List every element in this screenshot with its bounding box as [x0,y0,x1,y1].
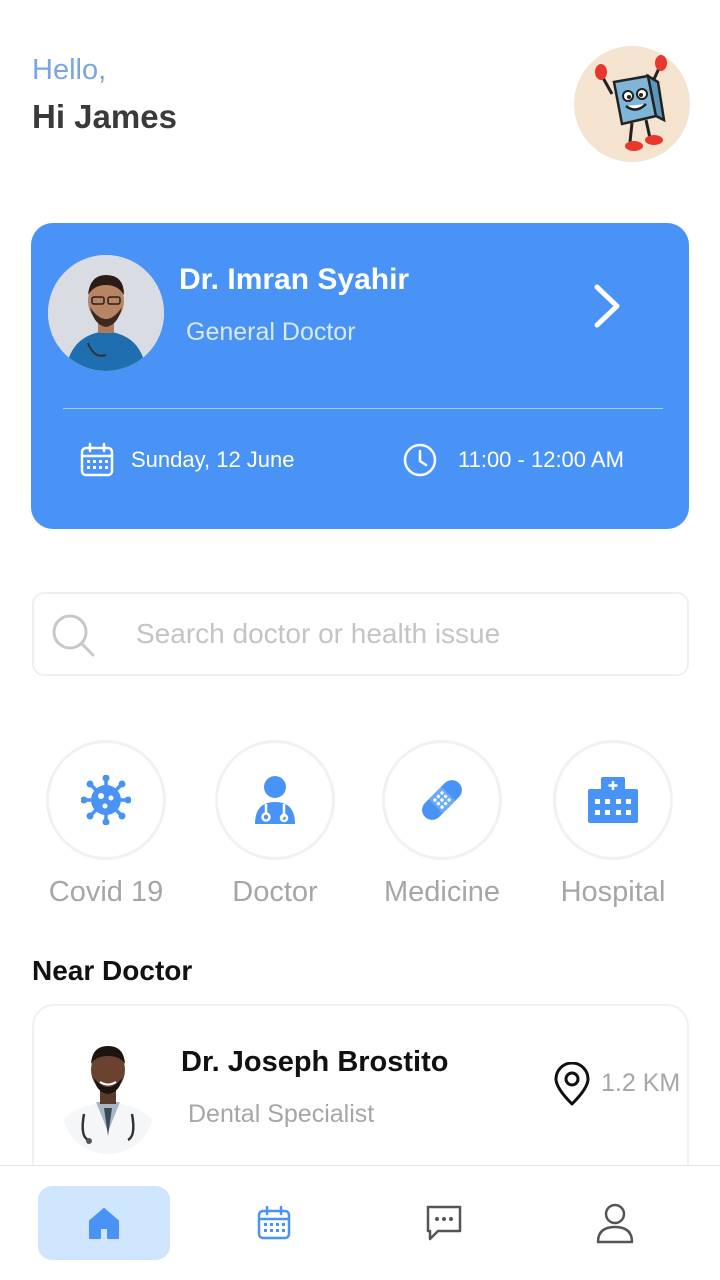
profile-icon [596,1203,634,1244]
category-circle[interactable] [553,740,673,860]
upcoming-appointment-card[interactable]: Dr. Imran Syahir General Doctor Sunday, … [31,223,689,529]
appointment-doctor-specialty: General Doctor [186,318,356,346]
location-pin-icon [554,1062,590,1106]
appointment-time: 11:00 - 12:00 AM [458,447,624,472]
search-icon [52,614,95,657]
near-doctor-card[interactable]: Dr. Joseph Brostito Dental Specialist 1.… [32,1004,689,1184]
cartoon-avatar-icon [595,55,667,151]
chat-icon [426,1205,462,1241]
home-icon [89,1208,119,1239]
near-doctor-distance: 1.2 KM [601,1069,681,1097]
doctor-portrait-icon [62,1046,154,1154]
category-label: Hospital [560,876,666,908]
nav-home[interactable] [38,1186,170,1260]
card-divider [63,408,663,409]
virus-icon [81,775,131,825]
calendar-icon [257,1205,291,1240]
category-medicine[interactable]: Medicine [367,740,517,920]
category-label: Medicine [383,876,501,908]
appointment-doctor-name: Dr. Imran Syahir [179,263,410,296]
clock-icon [403,443,437,477]
doctor-portrait-icon [48,255,164,371]
user-avatar[interactable] [574,46,690,162]
near-doctor-name: Dr. Joseph Brostito [181,1046,449,1078]
chevron-right-icon[interactable] [587,281,627,331]
search-input[interactable] [136,612,656,656]
category-circle[interactable] [215,740,335,860]
nav-profile[interactable] [549,1186,681,1260]
nav-calendar[interactable] [208,1186,340,1260]
hospital-icon [588,777,638,823]
appointment-date: Sunday, 12 June [131,447,295,472]
category-doctor[interactable]: Doctor [200,740,350,920]
category-hospital[interactable]: Hospital [538,740,688,920]
nav-messages[interactable] [378,1186,510,1260]
bandage-icon [422,780,462,820]
category-circle[interactable] [46,740,166,860]
search-bar[interactable] [32,592,689,676]
category-label: Doctor [232,876,318,908]
category-circle[interactable] [382,740,502,860]
doctor-photo [48,255,164,371]
greeting-text: Hello, [32,54,107,86]
user-greeting-title: Hi James [32,98,177,135]
near-doctor-specialty: Dental Specialist [188,1100,375,1128]
category-label: Covid 19 [48,876,164,908]
bottom-navigation [0,1165,720,1280]
section-title-near-doctor: Near Doctor [32,955,193,986]
doctor-icon [255,776,295,824]
category-covid[interactable]: Covid 19 [31,740,181,920]
calendar-icon [80,442,114,477]
doctor-photo [62,1036,154,1154]
